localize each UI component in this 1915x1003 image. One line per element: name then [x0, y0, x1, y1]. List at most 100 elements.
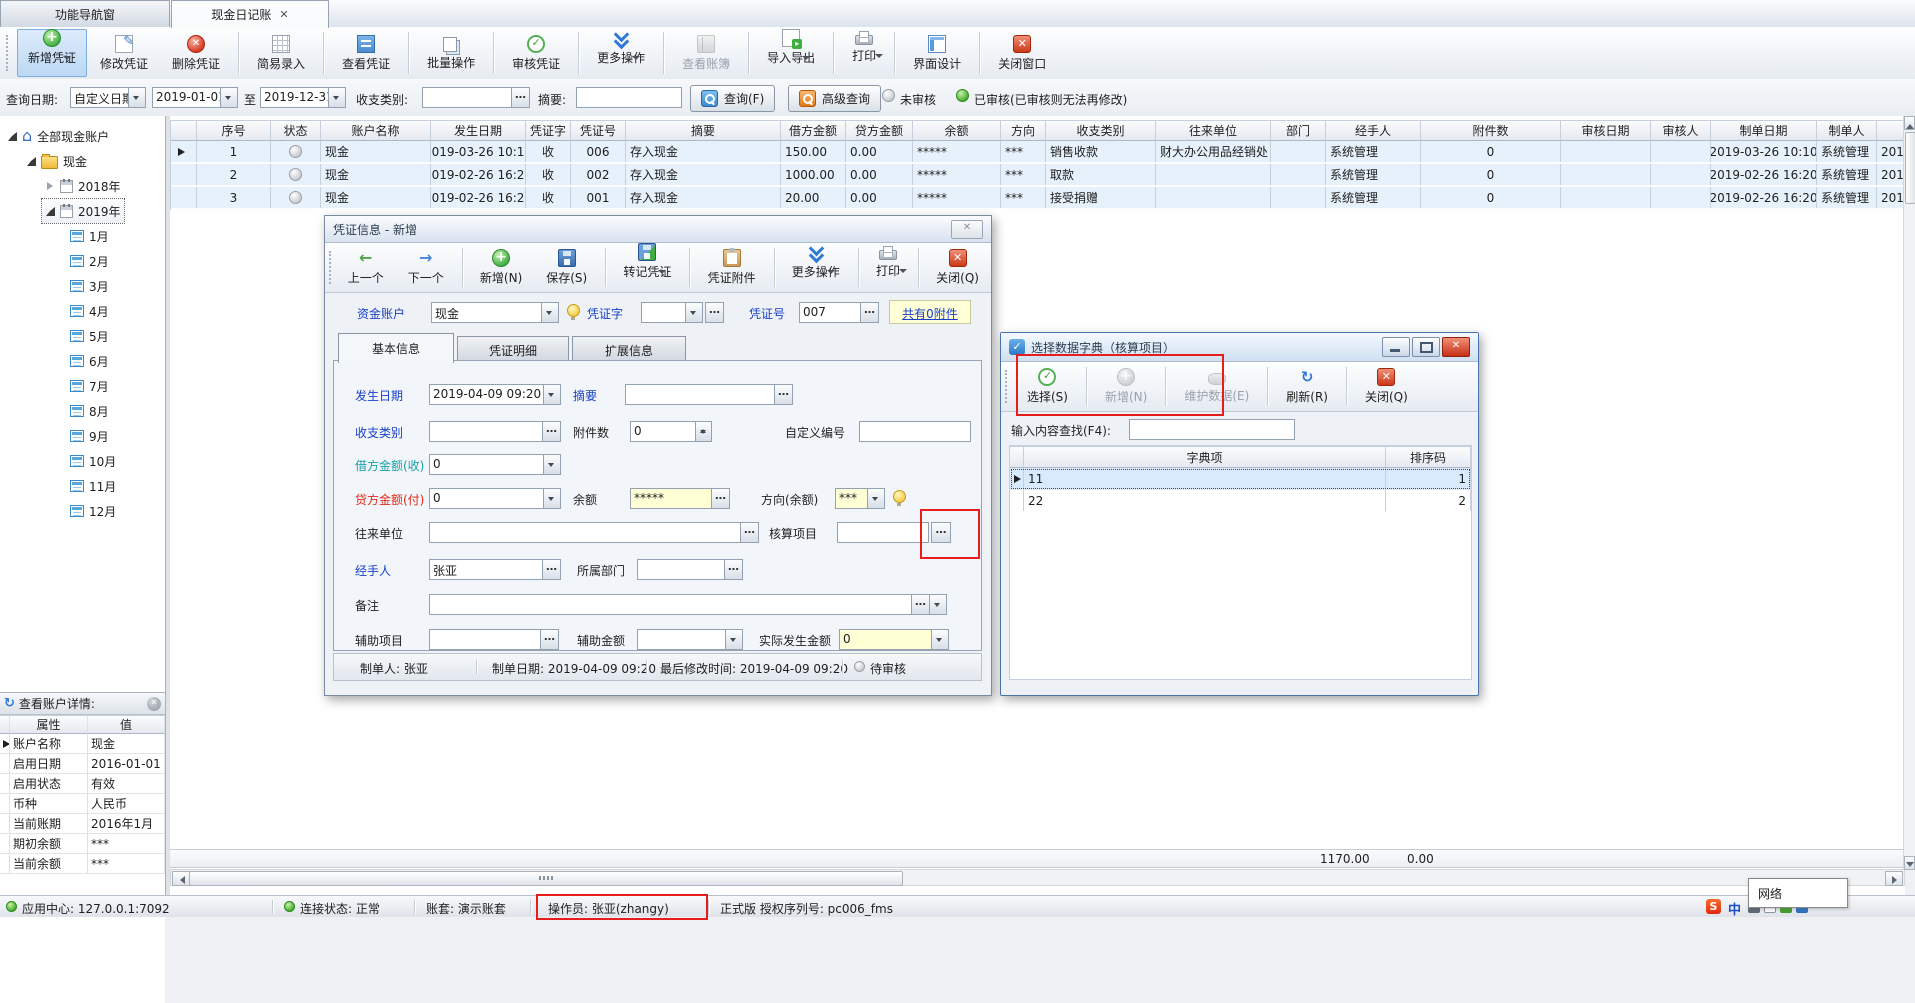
- tree-item-9月[interactable]: 9月: [61, 424, 112, 448]
- tab-extended-info[interactable]: 扩展信息: [572, 336, 686, 363]
- voucher-word-ellipsis-button[interactable]: [705, 302, 724, 323]
- attachment-badge[interactable]: 共有0附件: [889, 300, 971, 324]
- import-export-button[interactable]: 导入导出: [756, 29, 826, 77]
- column-header-发生日期[interactable]: 发生日期: [431, 120, 526, 141]
- tree-item-7月[interactable]: 7月: [61, 374, 112, 398]
- tab-function-nav[interactable]: 功能导航窗: [0, 0, 170, 27]
- transfer-voucher-button[interactable]: 转记凭证: [612, 245, 682, 290]
- category-input[interactable]: [429, 421, 561, 442]
- dropdown-icon[interactable]: [867, 489, 884, 508]
- summary-input[interactable]: [625, 384, 793, 405]
- column-header-经手人[interactable]: 经手人: [1326, 120, 1421, 141]
- aux-item-input[interactable]: [429, 629, 559, 650]
- audited-radio[interactable]: [956, 89, 969, 102]
- tree-item-2月[interactable]: 2月: [61, 249, 112, 273]
- ellipsis-icon[interactable]: [542, 560, 560, 579]
- ellipsis-icon[interactable]: [774, 385, 792, 404]
- column-header-附件数[interactable]: 附件数: [1421, 120, 1561, 141]
- tree-item-全部现金账户[interactable]: ⌂全部现金账户: [4, 124, 112, 148]
- tree-item-4月[interactable]: 4月: [61, 299, 112, 323]
- dropdown-icon[interactable]: [543, 385, 560, 404]
- audit-voucher-button[interactable]: 审核凭证: [501, 29, 571, 77]
- column-header-方向[interactable]: 方向: [1001, 120, 1046, 141]
- dropdown-icon[interactable]: [541, 303, 558, 322]
- close-icon[interactable]: [147, 697, 161, 711]
- tree-item-2018年[interactable]: 2018年: [42, 174, 124, 198]
- column-header-制单日期[interactable]: 制单日期: [1711, 120, 1817, 141]
- credit-input[interactable]: 0: [429, 488, 561, 509]
- table-row[interactable]: 111: [1010, 468, 1471, 490]
- dropdown-caret-icon[interactable]: [827, 270, 835, 278]
- table-row[interactable]: 1现金2019-03-26 10:10收006存入现金150.000.00***…: [171, 141, 1906, 164]
- column-header-审核日期[interactable]: 审核日期: [1561, 120, 1651, 141]
- date-to-input[interactable]: 2019-12-31: [260, 87, 346, 108]
- tree-item-1月[interactable]: 1月: [61, 224, 112, 248]
- quick-entry-button[interactable]: 简易录入: [246, 29, 316, 77]
- scroll-up-icon[interactable]: [1904, 116, 1915, 130]
- column-header-凭证字[interactable]: 凭证字: [526, 120, 571, 141]
- dropdown-icon[interactable]: [328, 88, 345, 107]
- counterparty-input[interactable]: [429, 522, 759, 543]
- close-icon[interactable]: [1442, 337, 1470, 357]
- close-icon[interactable]: [951, 220, 983, 239]
- vertical-scrollbar[interactable]: [1903, 116, 1915, 870]
- dropdown-icon[interactable]: [725, 630, 742, 649]
- tree-item-5月[interactable]: 5月: [61, 324, 112, 348]
- ellipsis-icon[interactable]: [911, 595, 929, 614]
- balance-input[interactable]: *****: [630, 488, 730, 509]
- dropdown-caret-icon[interactable]: [802, 56, 810, 64]
- date-from-input[interactable]: 2019-01-01: [152, 87, 238, 108]
- table-row[interactable]: 当前账期2016年1月: [0, 814, 165, 834]
- dropdown-icon[interactable]: [929, 595, 946, 614]
- dropdown-icon[interactable]: [220, 88, 237, 107]
- close-window-button[interactable]: 关闭窗口: [987, 29, 1057, 77]
- column-header-贷方金额[interactable]: 贷方金额: [846, 120, 913, 141]
- scroll-left-icon[interactable]: [172, 871, 190, 886]
- batch-operations-button[interactable]: 批量操作: [416, 29, 486, 77]
- voucher-attachment-button[interactable]: 凭证附件: [697, 245, 767, 290]
- unaudited-radio[interactable]: [882, 89, 895, 102]
- column-header-排序码[interactable]: 排序码: [1386, 446, 1471, 468]
- ellipsis-icon[interactable]: [511, 88, 529, 107]
- column-header-审核人[interactable]: 审核人: [1651, 120, 1711, 141]
- new-voucher-button[interactable]: 新增凭证: [17, 29, 87, 77]
- direction-select[interactable]: ***: [835, 488, 885, 509]
- refresh-button[interactable]: 刷新(R): [1275, 364, 1339, 409]
- dropdown-icon[interactable]: [543, 455, 560, 474]
- column-header-往来单位[interactable]: 往来单位: [1156, 120, 1271, 141]
- edit-voucher-button[interactable]: 修改凭证: [89, 29, 159, 77]
- tree-item-2019年[interactable]: 2019年: [42, 199, 124, 223]
- horizontal-scrollbar[interactable]: [170, 869, 1905, 886]
- column-header-借方金额[interactable]: 借方金额: [781, 120, 846, 141]
- summary-input[interactable]: [576, 87, 682, 108]
- occur-date-input[interactable]: 2019-04-09 09:20: [429, 384, 561, 405]
- column-header-账户名称[interactable]: 账户名称: [321, 120, 431, 141]
- tree-item-3月[interactable]: 3月: [61, 274, 112, 298]
- table-row[interactable]: 账户名称现金: [0, 734, 165, 754]
- tree-expander-icon[interactable]: [26, 156, 36, 166]
- custom-no-input[interactable]: [859, 421, 971, 442]
- close-button[interactable]: 关闭(Q): [925, 245, 990, 290]
- scroll-down-icon[interactable]: [1904, 856, 1915, 870]
- search-button[interactable]: 查询(F): [690, 85, 775, 112]
- dict-search-input[interactable]: [1129, 419, 1295, 440]
- table-row[interactable]: 币种人民币: [0, 794, 165, 814]
- tree-item-现金[interactable]: 现金: [23, 149, 90, 173]
- scrollbar-thumb[interactable]: [1905, 132, 1915, 204]
- aux-amount-input[interactable]: [637, 629, 743, 650]
- remark-input[interactable]: [429, 594, 947, 615]
- account-select[interactable]: 现金: [431, 302, 559, 323]
- tab-cash-journal[interactable]: 现金日记账 ✕: [171, 0, 329, 28]
- category-input[interactable]: [422, 87, 530, 108]
- column-header-状态[interactable]: 状态: [271, 120, 321, 141]
- tree-expander-icon[interactable]: [45, 206, 55, 216]
- column-header-部门[interactable]: 部门: [1271, 120, 1326, 141]
- ellipsis-icon[interactable]: [740, 523, 758, 542]
- dropdown-caret-icon[interactable]: [875, 54, 883, 62]
- dialog-title-bar[interactable]: 凭证信息 - 新增: [325, 216, 991, 243]
- table-row[interactable]: 3现金2019-02-26 16:20收001存入现金20.000.00****…: [171, 187, 1906, 210]
- ellipsis-icon[interactable]: [711, 489, 729, 508]
- tree-expander-icon[interactable]: [7, 131, 17, 141]
- dropdown-icon[interactable]: [543, 489, 560, 508]
- column-header-值[interactable]: 值: [88, 715, 165, 734]
